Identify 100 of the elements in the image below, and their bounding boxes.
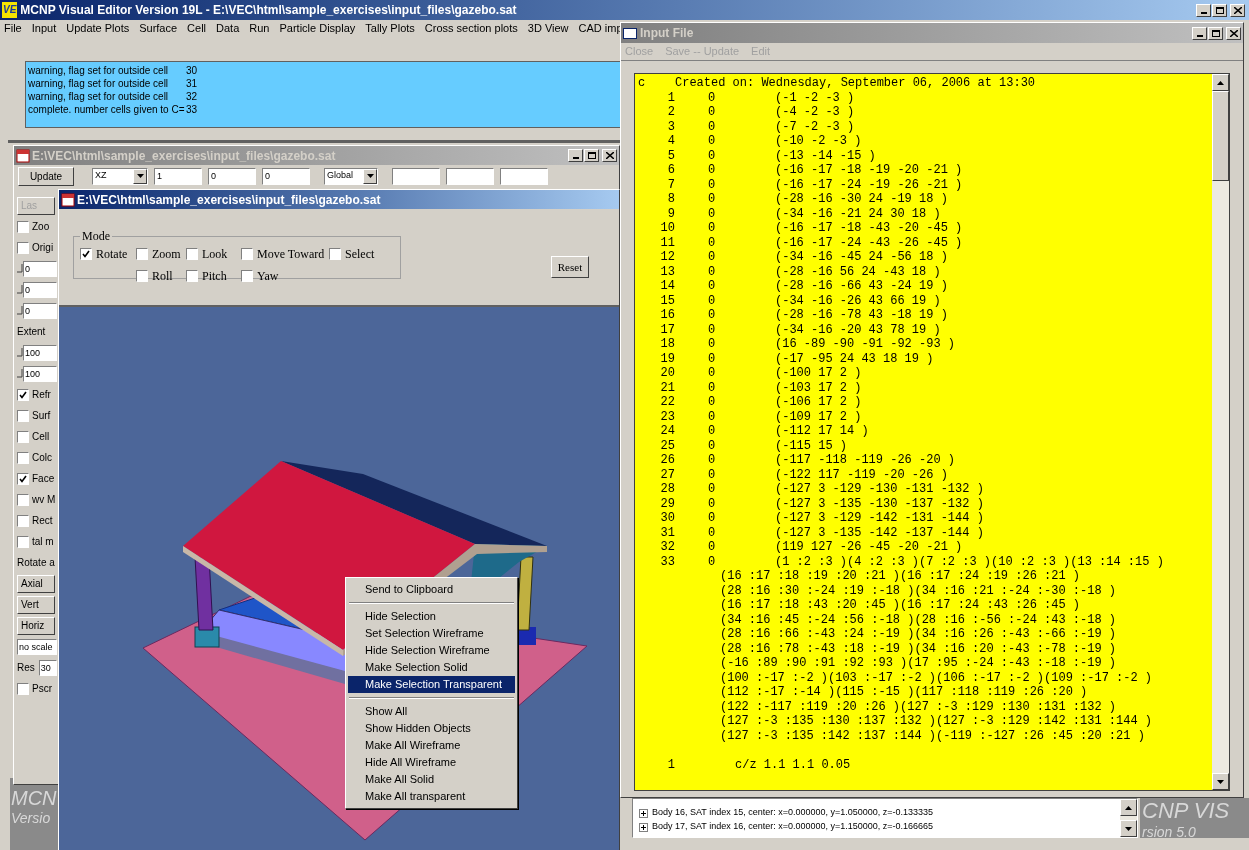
reset-button[interactable]: Reset (551, 256, 589, 278)
close-button[interactable] (1230, 3, 1245, 17)
slider-handle-icon (17, 304, 23, 317)
scrollbar[interactable] (1120, 799, 1137, 837)
cell-number: 13 (659, 264, 675, 279)
up-arrow-icon (1217, 80, 1224, 85)
maximize-button[interactable] (1212, 3, 1227, 17)
input-field[interactable] (392, 167, 440, 185)
menu-item[interactable]: Cross section plots (424, 20, 518, 37)
dropdown-arrow-button[interactable] (133, 168, 147, 184)
menu-item[interactable]: Show All (348, 703, 515, 720)
expand-icon[interactable] (639, 822, 648, 832)
checkmark-icon (19, 390, 27, 399)
menu-item[interactable]: Particle Display (279, 20, 356, 37)
menu-item[interactable]: Hide Selection Wireframe (348, 642, 515, 659)
cell-geometry: (-106 17 2 ) (775, 395, 862, 410)
cell-geometry: (28 :16 :30 :-24 :19 :-18 )(34 :16 :21 :-24 :-30 :-18 ) (720, 583, 1117, 598)
field-label: Res (17, 662, 35, 673)
document-icon (61, 192, 75, 207)
cell-geometry: (-16 :89 :90 :91 :92 :93 )(17 :95 :-24 :-43 :-18 :-19 ) (720, 656, 1117, 671)
menu-item[interactable]: Make All Solid (348, 771, 515, 788)
cell-number: 17 (659, 322, 675, 337)
menu-item[interactable]: Make All transparent (348, 788, 515, 805)
scrollbar-thumb[interactable] (1212, 91, 1229, 181)
update-button[interactable]: Update (18, 166, 74, 186)
checkbox-label: Pitch (202, 268, 227, 285)
menu-item[interactable]: 3D View (527, 20, 569, 37)
scroll-down-button[interactable] (1120, 820, 1137, 837)
maximize-button[interactable] (1208, 26, 1223, 40)
app-logo: VE (2, 2, 18, 18)
menu-item[interactable]: Make Selection Solid (348, 659, 515, 676)
menu-item[interactable]: Send to Clipboard (348, 581, 515, 598)
cell-number: 27 (659, 467, 675, 482)
checkmark-icon (82, 250, 90, 258)
minimize-icon (1196, 34, 1203, 37)
menu-item[interactable]: File (4, 20, 22, 37)
viewport-canvas[interactable] (59, 305, 619, 850)
menu-item[interactable]: Cell (187, 20, 207, 37)
scrollbar[interactable] (1212, 74, 1229, 790)
menu-item[interactable]: Make All Wireframe (348, 737, 515, 754)
cell-material: 0 (708, 395, 717, 410)
maximize-button[interactable] (584, 149, 599, 162)
window-title: E:\VEC\html\sample_exercises\input_files\gazebo.sat (77, 191, 381, 209)
minimize-button[interactable] (1196, 3, 1211, 17)
caret-icon (366, 174, 374, 178)
cell-number: 21 (659, 380, 675, 395)
checkbox[interactable] (136, 248, 148, 260)
input-field[interactable] (500, 167, 548, 185)
cell-material: 0 (708, 496, 717, 511)
cell-material: 0 (708, 134, 717, 149)
cell-material: 0 (708, 482, 717, 497)
minimize-button[interactable] (1192, 26, 1207, 40)
cell-material: 0 (708, 221, 717, 236)
cell-number: 15 (659, 293, 675, 308)
scroll-up-button[interactable] (1120, 799, 1137, 816)
close-button[interactable] (1226, 26, 1241, 40)
input-field[interactable]: 0 (208, 167, 256, 185)
menu-item[interactable]: Hide Selection (348, 608, 515, 625)
checkbox[interactable] (329, 248, 341, 260)
menu-item[interactable]: Run (249, 20, 270, 37)
cell-number: 24 (659, 424, 675, 439)
cell-geometry: (-1 -2 -3 ) (775, 90, 855, 105)
menu-item[interactable]: Hide All Wireframe (348, 754, 515, 771)
cell-number: 10 (659, 221, 675, 236)
checkbox[interactable] (186, 248, 198, 260)
cell-number: 19 (659, 351, 675, 366)
menu-item[interactable]: Show Hidden Objects (348, 720, 515, 737)
menu-item[interactable]: Update Plots (66, 20, 130, 37)
menu-item[interactable]: Surface (139, 20, 178, 37)
input-field[interactable] (446, 167, 494, 185)
minimize-button[interactable] (568, 149, 583, 162)
input-field[interactable]: 0 (262, 167, 310, 185)
expand-icon[interactable] (639, 808, 648, 818)
cell-number: 25 (659, 438, 675, 453)
close-button[interactable] (602, 149, 617, 162)
cell-material: 0 (708, 511, 717, 526)
view-dropdown[interactable]: XZ (92, 167, 148, 185)
input-field[interactable]: 1 (154, 167, 202, 185)
cell-geometry: (100 :-17 :-2 )(103 :-17 :-2 )(106 :-17 :-2 )(109 :-17 :-2 ) (720, 670, 1153, 685)
menu-item[interactable]: Data (216, 20, 240, 37)
cell-number: 30 (659, 511, 675, 526)
body-entry[interactable]: Body 17, SAT index 16, center: x=0.000000, y=1.150000, z=-0.166665 (652, 820, 934, 834)
dropdown-arrow-button[interactable] (363, 168, 377, 184)
cell-number: 18 (659, 337, 675, 352)
menu-item[interactable]: Make Selection Transparent (348, 676, 515, 693)
window-icon (623, 27, 637, 39)
menu-item[interactable]: Tally Plots (365, 20, 415, 37)
body-entry[interactable]: Body 16, SAT index 15, center: x=0.000000, y=1.050000, z=-0.133335 (652, 806, 934, 820)
scroll-up-button[interactable] (1212, 74, 1229, 91)
window-title: Input File (640, 25, 694, 42)
checkbox-label: Roll (152, 268, 173, 285)
menu-item[interactable]: Input (31, 20, 57, 37)
scroll-down-button[interactable] (1212, 773, 1229, 790)
menu-item[interactable]: Set Selection Wireframe (348, 625, 515, 642)
checkbox[interactable] (241, 270, 253, 282)
frame-dropdown[interactable]: Global (324, 167, 378, 185)
checkbox[interactable] (186, 270, 198, 282)
checkbox[interactable] (241, 248, 253, 260)
checkbox[interactable] (80, 248, 92, 260)
checkbox[interactable] (136, 270, 148, 282)
